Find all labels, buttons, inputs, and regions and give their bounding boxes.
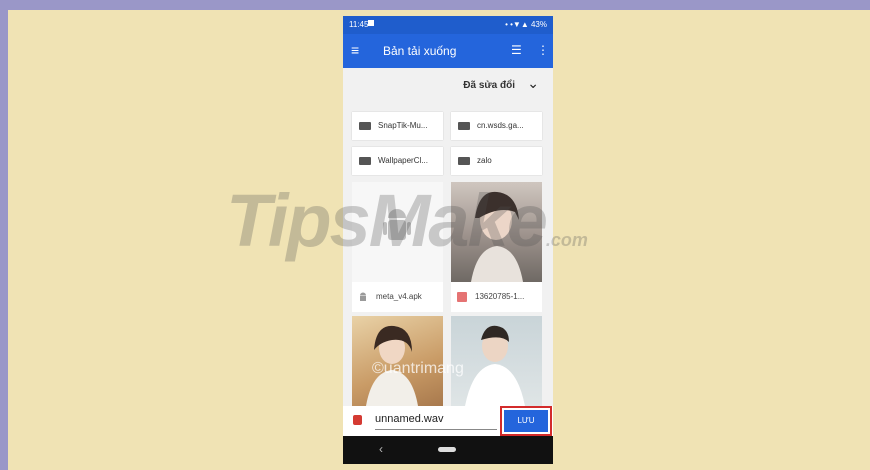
audio-file-icon: [353, 415, 362, 425]
folder-icon: [359, 157, 371, 165]
app-bar: ≡ Bản tải xuống ☰ ⋮: [343, 34, 553, 68]
folder-item[interactable]: zalo: [451, 147, 542, 175]
folder-icon: [458, 122, 470, 130]
folder-name: SnapTik-Mu...: [378, 121, 428, 130]
save-button[interactable]: LƯU: [500, 406, 552, 436]
save-bar: unnamed.wav LƯU: [343, 406, 553, 436]
folder-icon: [359, 122, 371, 130]
file-name: 13620785-1...: [475, 292, 525, 301]
portrait-photo: [465, 325, 525, 406]
watermark: TipsMake.com: [226, 178, 588, 263]
folder-item[interactable]: WallpaperCl...: [352, 147, 443, 175]
status-bar: 11:45 • •▼▲ 43%: [343, 16, 553, 34]
folder-name: WallpaperCl...: [378, 156, 428, 165]
folder-item[interactable]: SnapTik-Mu...: [352, 112, 443, 140]
status-indicators: • •▼▲ 43%: [505, 20, 547, 29]
folder-item[interactable]: cn.wsds.ga...: [451, 112, 542, 140]
file-name: meta_v4.apk: [376, 292, 422, 301]
android-small-icon: [360, 292, 366, 301]
folder-name: zalo: [477, 156, 492, 165]
watermark-suffix: .com: [545, 230, 588, 250]
watermark-brand: TipsMake: [226, 179, 548, 262]
chevron-down-icon[interactable]: ⌄: [527, 75, 539, 92]
sort-bar[interactable]: Đã sửa đổi ⌄: [343, 68, 553, 104]
list-view-icon[interactable]: ☰: [511, 43, 522, 57]
filename-input[interactable]: unnamed.wav: [375, 413, 497, 430]
folder-icon: [458, 157, 470, 165]
menu-icon[interactable]: ≡: [351, 43, 359, 57]
status-time: 11:45: [349, 20, 369, 29]
folder-name: cn.wsds.ga...: [477, 121, 524, 130]
file-caption: 13620785-1...: [451, 282, 542, 312]
image-thumbnail[interactable]: [451, 316, 542, 406]
notification-icon: [368, 20, 374, 26]
sort-label[interactable]: Đã sửa đổi: [463, 80, 515, 91]
file-caption: meta_v4.apk: [352, 282, 443, 312]
secondary-watermark: ©uantrimang: [372, 360, 464, 377]
back-icon[interactable]: ‹: [379, 442, 383, 456]
page-title: Bản tải xuống: [383, 44, 457, 58]
home-pill[interactable]: [438, 447, 456, 452]
more-options-icon[interactable]: ⋮: [537, 43, 549, 57]
image-file-icon: [457, 292, 467, 302]
navigation-bar: ‹: [343, 436, 553, 464]
